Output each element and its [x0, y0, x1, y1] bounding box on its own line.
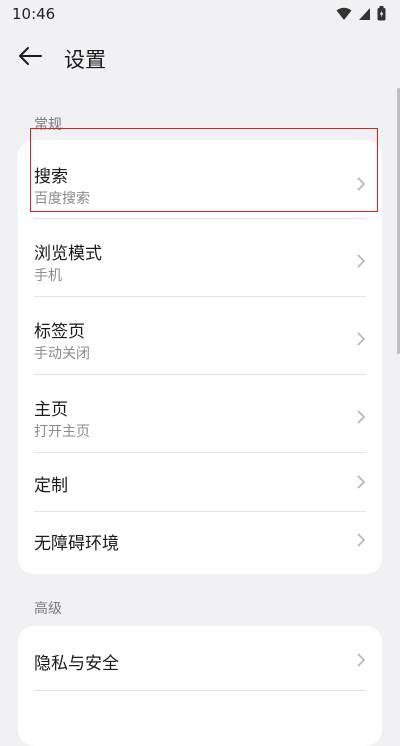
- item-title: 无障碍环境: [34, 534, 119, 554]
- settings-item-privacy-security[interactable]: 隐私与安全: [18, 626, 382, 690]
- settings-item-tabs[interactable]: 标签页 手动关闭: [18, 297, 382, 374]
- settings-item-homepage[interactable]: 主页 打开主页: [18, 375, 382, 452]
- page-title: 设置: [64, 48, 106, 72]
- wifi-icon: [336, 7, 352, 21]
- item-title: 标签页: [34, 322, 85, 342]
- battery-icon: [377, 6, 386, 21]
- divider: [34, 690, 366, 691]
- chevron-right-icon: [357, 653, 366, 667]
- item-subtitle: 手动关闭: [34, 346, 90, 362]
- item-subtitle: 百度搜索: [34, 191, 90, 207]
- item-subtitle: 打开主页: [34, 424, 90, 440]
- chevron-right-icon: [357, 475, 366, 489]
- chevron-right-icon: [357, 332, 366, 346]
- status-icons: [336, 6, 386, 21]
- settings-item-customize[interactable]: 定制: [18, 453, 382, 511]
- back-arrow-icon: [17, 46, 43, 70]
- item-title: 定制: [34, 476, 68, 496]
- item-title: 浏览模式: [34, 244, 102, 264]
- settings-card-general: 搜索 百度搜索 浏览模式 手机 标签页 手动关闭 主页 打开主页 定制 无障碍环…: [18, 140, 382, 574]
- item-title: 搜索: [34, 167, 68, 187]
- top-app-bar: 设置: [0, 36, 400, 80]
- item-title: 隐私与安全: [34, 654, 119, 674]
- settings-item-search[interactable]: 搜索 百度搜索: [18, 140, 382, 218]
- signal-icon: [358, 7, 371, 21]
- settings-item-browse-mode[interactable]: 浏览模式 手机: [18, 219, 382, 296]
- item-subtitle: 手机: [34, 268, 62, 284]
- status-time: 10:46: [12, 5, 56, 23]
- chevron-right-icon: [357, 177, 366, 191]
- section-label-general: 常规: [34, 117, 62, 133]
- settings-card-advanced: 隐私与安全: [18, 626, 382, 746]
- item-title: 主页: [34, 400, 68, 420]
- chevron-right-icon: [357, 533, 366, 547]
- status-bar: 10:46: [0, 0, 400, 28]
- back-button[interactable]: [14, 44, 46, 72]
- chevron-right-icon: [357, 410, 366, 424]
- section-label-advanced: 高级: [34, 601, 62, 617]
- chevron-right-icon: [357, 254, 366, 268]
- settings-item-accessibility[interactable]: 无障碍环境: [18, 512, 382, 574]
